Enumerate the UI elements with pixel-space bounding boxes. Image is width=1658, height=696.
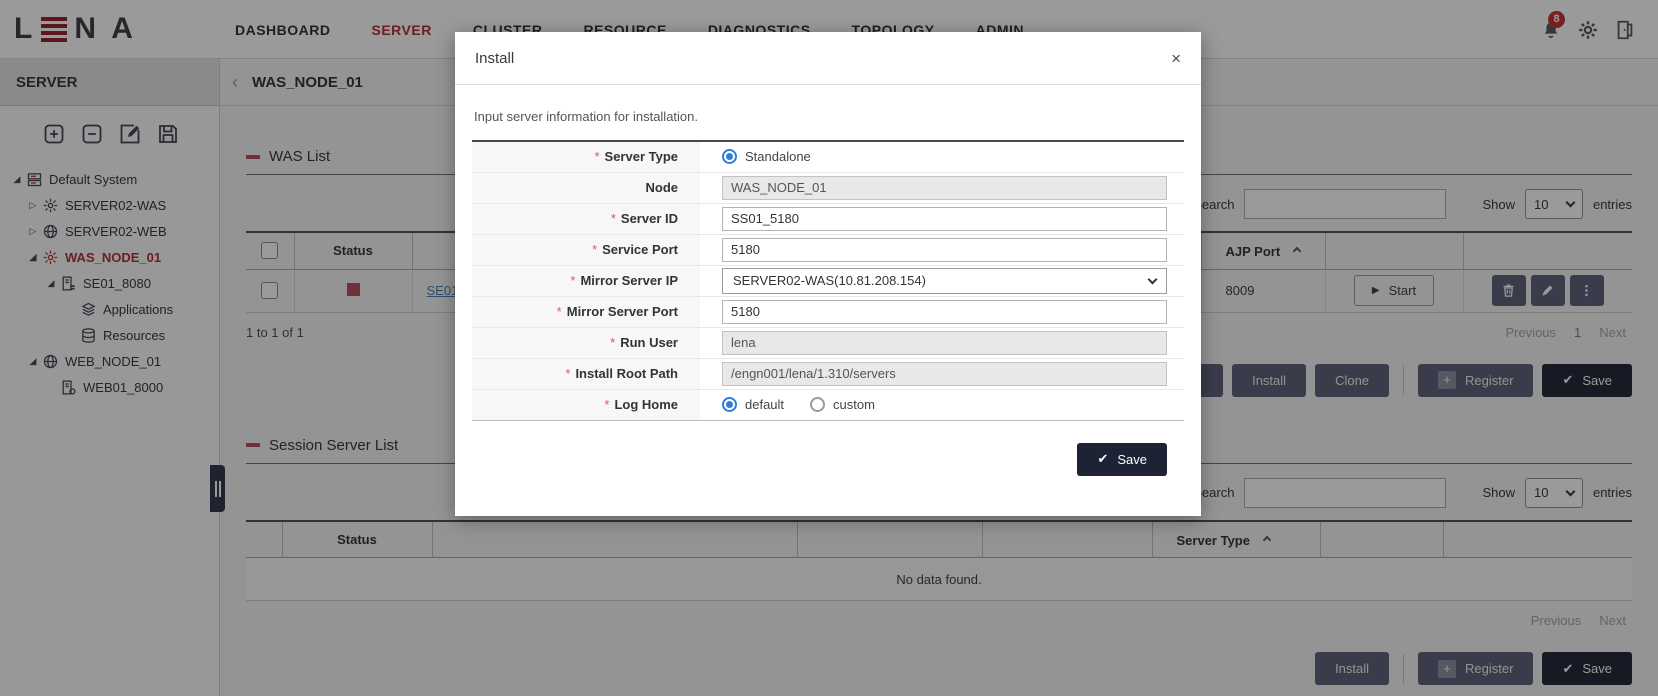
- modal-body: Input server information for installatio…: [455, 85, 1201, 476]
- server-id-field[interactable]: [722, 207, 1167, 231]
- modal-footer: ✔Save: [472, 421, 1184, 476]
- server-type-standalone-radio[interactable]: [722, 149, 737, 164]
- modal-description: Input server information for installatio…: [474, 109, 1184, 124]
- install-root-path-field: [722, 362, 1167, 386]
- modal-save-button[interactable]: ✔Save: [1077, 443, 1167, 476]
- field-label: Node: [646, 180, 679, 195]
- check-icon: ✔: [1097, 451, 1108, 467]
- radio-label: default: [745, 397, 784, 412]
- required-marker: *: [592, 242, 597, 257]
- node-field: [722, 176, 1167, 200]
- radio-label: Standalone: [745, 149, 811, 164]
- select-value: SERVER02-WAS(10.81.208.154): [733, 273, 926, 288]
- form-row-server-id: * Server ID: [472, 203, 1184, 234]
- mirror-server-ip-select[interactable]: SERVER02-WAS(10.81.208.154): [722, 268, 1167, 294]
- log-home-default-radio[interactable]: [722, 397, 737, 412]
- form-row-server-type: * Server Type Standalone: [472, 141, 1184, 172]
- required-marker: *: [565, 366, 570, 381]
- field-label: Run User: [620, 335, 678, 350]
- form-row-log-home: * Log Home default custom: [472, 389, 1184, 420]
- field-label: Server Type: [605, 149, 678, 164]
- form-row-node: Node: [472, 172, 1184, 203]
- page: L N A DASHBOARD SERVER CLUSTER RESOURCE …: [0, 0, 1658, 696]
- field-label: Service Port: [602, 242, 678, 257]
- required-marker: *: [604, 397, 609, 412]
- field-label: Server ID: [621, 211, 678, 226]
- chevron-down-icon: [1148, 274, 1158, 284]
- service-port-field[interactable]: [722, 238, 1167, 262]
- modal-header: Install ×: [455, 32, 1201, 85]
- run-user-field: [722, 331, 1167, 355]
- install-modal: Install × Input server information for i…: [455, 32, 1201, 516]
- form-row-mirror-ip: * Mirror Server IP SERVER02-WAS(10.81.208…: [472, 265, 1184, 296]
- field-label: Mirror Server Port: [567, 304, 678, 319]
- form-row-install-root: * Install Root Path: [472, 358, 1184, 389]
- required-marker: *: [570, 273, 575, 288]
- field-label: Log Home: [614, 397, 678, 412]
- field-label: Install Root Path: [575, 366, 678, 381]
- required-marker: *: [594, 149, 599, 164]
- mirror-server-port-field[interactable]: [722, 300, 1167, 324]
- radio-label: custom: [833, 397, 875, 412]
- modal-title: Install: [475, 50, 514, 67]
- field-label: Mirror Server IP: [580, 273, 678, 288]
- form-row-run-user: * Run User: [472, 327, 1184, 358]
- required-marker: *: [557, 304, 562, 319]
- form-row-mirror-port: * Mirror Server Port: [472, 296, 1184, 327]
- close-icon[interactable]: ×: [1171, 50, 1181, 67]
- required-marker: *: [611, 211, 616, 226]
- log-home-custom-radio[interactable]: [810, 397, 825, 412]
- install-form: *Server Type Standalone Node *Server ID …: [472, 140, 1184, 421]
- form-row-service-port: * Service Port: [472, 234, 1184, 265]
- required-marker: *: [610, 335, 615, 350]
